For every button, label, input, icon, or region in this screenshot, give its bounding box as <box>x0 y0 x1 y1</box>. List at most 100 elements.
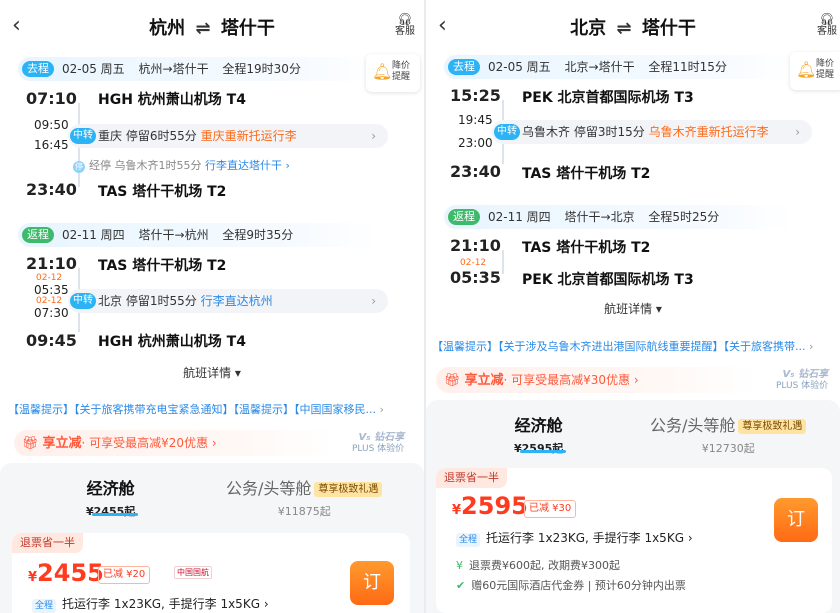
promo-banner[interactable]: 🎁︎ 享立减· 可享受最高减¥20优惠 › <box>14 430 334 456</box>
transfer-tag: 中转 <box>494 124 520 140</box>
customer-service-button[interactable]: 🎧︎ 客服 <box>814 13 840 38</box>
price-value: 2455 <box>37 559 104 587</box>
timeline-line <box>502 250 504 274</box>
fare-price: ¥2455 <box>28 559 104 587</box>
transfer-wait: 停留1时55分 <box>125 294 197 308</box>
chevron-right-icon: › <box>371 129 376 143</box>
stop-arrival-time: 19:45 <box>458 113 493 127</box>
notice-bar[interactable]: 【温馨提示】【关于涉及乌鲁木齐进出港国际航线重要提醒】【关于旅客携带... › <box>432 338 836 354</box>
refund-half-tag: 退票省一半 <box>436 468 507 488</box>
promo-banner[interactable]: 🎁︎ 享立减· 可享受最高减¥30优惠 › <box>436 367 756 393</box>
customer-service-label: 客服 <box>817 26 837 37</box>
via-stop-info[interactable]: 停经停 乌鲁木齐1时55分 行李直达塔什干 › <box>73 157 290 173</box>
refund-fee-info: ¥ 退票费¥600起, 改期费¥300起 <box>456 557 620 573</box>
luggage-info[interactable]: 全程 托运行李 1x23KG, 手提行李 1x5KG › <box>456 529 693 547</box>
active-tab-indicator <box>92 513 138 516</box>
return-departure-airport: TAS 塔什干机场 T2 <box>522 240 651 256</box>
round-trip-arrow-icon: ⇌ <box>195 18 211 39</box>
plus-badge-bottom: PLUS 体验价 <box>776 381 829 391</box>
flight-detail-link[interactable]: 航班详情 ▾ <box>0 364 424 381</box>
transfer-wait: 停留3时15分 <box>573 125 645 139</box>
notice-text: 【温馨提示】【关于旅客携带充电宝紧急通知】【温馨提示】【中国国家移民... <box>8 403 376 416</box>
return-departure-time: 21:10 <box>26 254 77 273</box>
stop-departure-time: 23:00 <box>458 136 493 150</box>
transfer-city: 北京 <box>98 294 123 308</box>
outbound-tag: 去程 <box>22 61 54 77</box>
price-alert-button[interactable]: 🔔︎ 降价提醒 <box>790 52 840 90</box>
stopover-icon: 停 <box>73 161 85 173</box>
return-arrival-airport: HGH 杭州萧山机场 T4 <box>98 334 246 350</box>
transfer-info-row[interactable]: 中转 乌鲁木齐 停留3时15分 乌鲁木齐重新托运行李 › <box>492 120 812 144</box>
chevron-right-icon: › <box>371 294 376 308</box>
return-tag: 返程 <box>22 227 54 243</box>
price-alert-button[interactable]: 🔔︎ 降价提醒 <box>366 54 420 92</box>
transfer-note: 重庆重新托运行李 <box>200 129 297 143</box>
return-duration: 全程5时25分 <box>648 210 720 224</box>
transfer-info-row[interactable]: 中转 北京 停留1时55分 行李直达杭州 › <box>68 289 388 313</box>
cabin-price: ¥2455起 <box>86 505 136 518</box>
transfer-info-row[interactable]: 中转 重庆 停留6时55分 重庆重新托运行李 › <box>68 124 388 148</box>
plus-badge-top: V₅ 钻石享 <box>358 432 405 443</box>
flight-detail-link[interactable]: 航班详情 ▾ <box>426 300 840 317</box>
caret-down-icon: ▾ <box>234 366 241 380</box>
outbound-departure-time: 07:10 <box>26 89 77 108</box>
refund-fee-text: 退票费¥600起, 改期费¥300起 <box>469 559 620 572</box>
cabin-name: 公务/头等舱 <box>226 479 312 498</box>
quality-tag: 全程 <box>32 599 57 613</box>
return-arrival-time: 05:35 <box>450 268 501 287</box>
cabin-price: ¥2595起 <box>514 442 564 455</box>
outbound-departure-time: 15:25 <box>450 86 501 105</box>
customer-service-button[interactable]: 🎧︎ 客服 <box>392 13 418 38</box>
outbound-date: 02-05 周五 <box>62 62 125 76</box>
transfer-city: 乌鲁木齐 <box>522 125 571 139</box>
discount-badge: 已减 ¥20 <box>98 566 151 584</box>
caret-down-icon: ▾ <box>655 302 662 316</box>
fare-card[interactable]: 退票省一半 ¥2455 已减 ¥20 中国国航 订 全程 托运行李 1x23KG,… <box>12 533 410 613</box>
cabin-sheet: 经济舱 ¥2455起 公务/头等舱 尊享极致礼遇 ¥11875起 退票省一半 ¥2… <box>0 463 424 613</box>
return-route: 塔什干→杭州 <box>138 228 209 242</box>
luggage-text: 托运行李 1x23KG, 手提行李 1x5KG <box>62 597 260 611</box>
quality-tag: 全程 <box>456 533 481 547</box>
transfer-tag: 中转 <box>70 128 96 144</box>
book-button[interactable]: 订 <box>774 498 818 542</box>
stop-departure-time: 16:45 <box>34 138 69 152</box>
left-flight-panel: ‹ 杭州 ⇌ 塔什干 🎧︎ 客服 去程 02-05 周五 杭州→塔什干 全程19… <box>0 0 424 613</box>
flight-detail-label: 航班详情 <box>183 366 232 380</box>
return-arrival-airport: PEK 北京首都国际机场 T3 <box>522 272 694 288</box>
header: ‹ 北京 ⇌ 塔什干 🎧︎ 客服 <box>426 0 840 56</box>
origin-city: 北京 <box>570 18 607 39</box>
return-tag: 返程 <box>448 209 480 225</box>
plus-badge: V₅ 钻石享 PLUS 体验价 <box>776 369 828 392</box>
round-trip-arrow-icon: ⇌ <box>616 18 632 39</box>
check-icon: ✔ <box>456 579 466 592</box>
cabin-price: ¥11875起 <box>277 505 331 518</box>
gift-icon: 🎁︎ <box>22 436 39 451</box>
chevron-right-icon: › <box>379 403 384 416</box>
outbound-arrival-time: 23:40 <box>450 162 501 181</box>
bell-icon: 🔔︎ <box>796 60 817 79</box>
notice-text: 【温馨提示】【关于涉及乌鲁木齐进出港国际航线重要提醒】【关于旅客携带... <box>432 340 806 353</box>
return-route: 塔什干→北京 <box>564 210 635 224</box>
headset-icon: 🎧︎ <box>397 12 413 26</box>
transfer-note: 乌鲁木齐重新托运行李 <box>648 125 769 139</box>
luggage-info[interactable]: 全程 托运行李 1x23KG, 手提行李 1x5KG › <box>32 595 269 613</box>
outbound-duration: 全程11时15分 <box>648 60 727 74</box>
book-button[interactable]: 订 <box>350 561 394 605</box>
currency-symbol: ¥ <box>452 503 462 518</box>
currency-symbol: ¥ <box>28 570 38 585</box>
fare-card[interactable]: 退票省一半 ¥2595 已减 ¥30 订 全程 托运行李 1x23KG, 手提行李… <box>436 468 832 613</box>
tab-business[interactable]: 公务/头等舱 尊享极致礼遇 ¥11875起 <box>226 475 383 519</box>
transfer-city: 重庆 <box>98 129 123 143</box>
gift-icon: 🎁︎ <box>444 373 461 388</box>
transfer-note: 行李直达杭州 <box>200 294 273 308</box>
via-stop-link: 行李直达塔什干 <box>205 159 282 172</box>
cabin-name: 公务/头等舱 <box>650 416 736 435</box>
destination-city: 塔什干 <box>641 18 696 39</box>
stop-arrival-time: 05:35 <box>34 283 69 297</box>
notice-bar[interactable]: 【温馨提示】【关于旅客携带充电宝紧急通知】【温馨提示】【中国国家移民... › <box>8 401 416 417</box>
promo-text: · 可享受最高减¥30优惠 <box>503 373 631 387</box>
tab-business[interactable]: 公务/头等舱 尊享极致礼遇 ¥12730起 <box>650 412 807 456</box>
transfer-tag: 中转 <box>70 293 96 309</box>
stop-arrival-date: 02-12 <box>36 273 63 283</box>
ticket-time-text: 预计60分钟内出票 <box>594 579 686 592</box>
